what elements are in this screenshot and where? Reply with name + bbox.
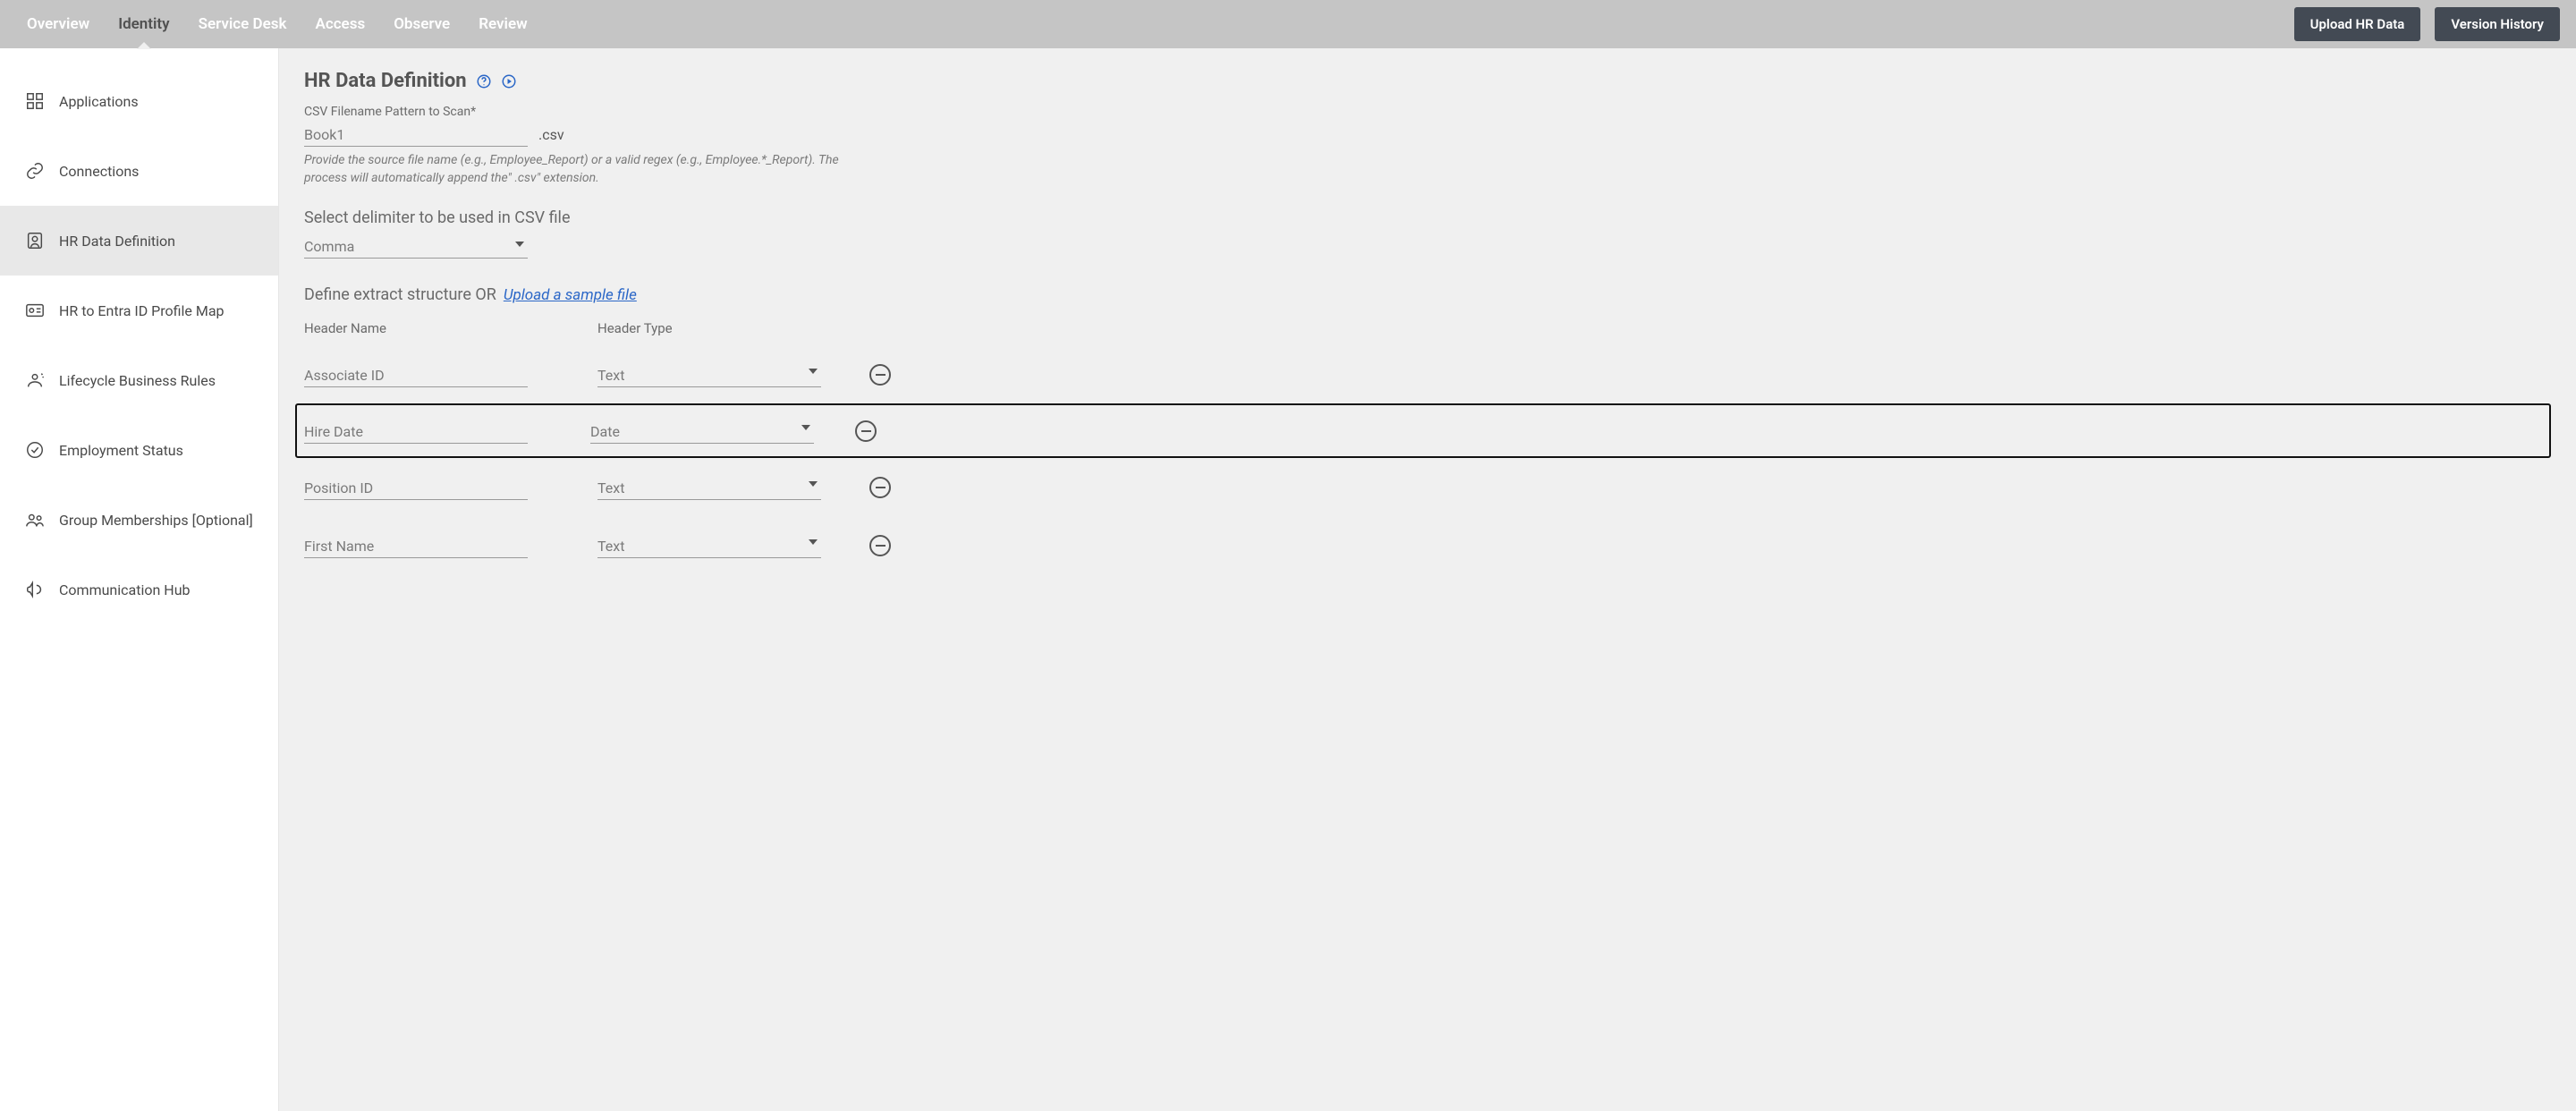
tab-service-desk[interactable]: Service Desk <box>184 0 301 48</box>
id-badge-icon <box>25 231 45 250</box>
remove-row-button[interactable] <box>869 477 891 498</box>
define-structure-label: Define extract structure OR <box>304 285 496 304</box>
play-icon[interactable] <box>501 73 517 89</box>
sidebar-item-label: Group Memberships [Optional] <box>59 512 253 529</box>
tab-observe[interactable]: Observe <box>379 0 464 48</box>
page-title: HR Data Definition <box>304 70 467 92</box>
header-name-input[interactable] <box>304 418 528 444</box>
remove-row-button[interactable] <box>869 535 891 556</box>
sidebar-item-group-memberships[interactable]: Group Memberships [Optional] <box>0 485 278 555</box>
grid-icon <box>25 91 45 111</box>
check-circle-icon <box>25 440 45 460</box>
tab-overview[interactable]: Overview <box>13 0 104 48</box>
sidebar-item-communication-hub[interactable]: Communication Hub <box>0 555 278 624</box>
column-header-name: Header Name <box>304 320 528 336</box>
sidebar-item-employment-status[interactable]: Employment Status <box>0 415 278 485</box>
tab-review[interactable]: Review <box>464 0 541 48</box>
megaphone-icon <box>25 580 45 599</box>
header-name-input[interactable] <box>304 532 528 558</box>
column-header-type: Header Type <box>597 320 821 336</box>
header-name-input[interactable] <box>304 474 528 500</box>
sidebar-item-label: Employment Status <box>59 442 183 459</box>
header-name-input[interactable] <box>304 361 528 387</box>
sidebar-item-label: Communication Hub <box>59 581 191 598</box>
sidebar-item-hr-entra-map[interactable]: HR to Entra ID Profile Map <box>0 276 278 345</box>
filename-hint-text: Provide the source file name (e.g., Empl… <box>304 152 877 187</box>
structure-row <box>304 516 2551 574</box>
main-content: HR Data Definition CSV Filename Pattern … <box>279 48 2576 1111</box>
sidebar-item-label: HR to Entra ID Profile Map <box>59 302 225 319</box>
sidebar-item-label: HR Data Definition <box>59 233 175 250</box>
version-history-button[interactable]: Version History <box>2435 7 2560 41</box>
top-nav-bar: Overview Identity Service Desk Access Ob… <box>0 0 2576 48</box>
users-icon <box>25 510 45 530</box>
tab-identity[interactable]: Identity <box>104 0 183 48</box>
link-icon <box>25 161 45 181</box>
sidebar-item-hr-data-definition[interactable]: HR Data Definition <box>0 206 278 276</box>
header-type-select[interactable] <box>597 474 821 500</box>
filename-extension-label: .csv <box>538 126 564 147</box>
tab-access[interactable]: Access <box>301 0 379 48</box>
sidebar-item-label: Connections <box>59 163 139 180</box>
sidebar: Applications Connections HR Data Definit… <box>0 48 279 1111</box>
user-cycle-icon <box>25 370 45 390</box>
structure-row <box>295 403 2551 458</box>
filename-pattern-label: CSV Filename Pattern to Scan* <box>304 105 2551 119</box>
header-type-select[interactable] <box>597 532 821 558</box>
remove-row-button[interactable] <box>869 364 891 386</box>
delimiter-label: Select delimiter to be used in CSV file <box>304 208 2551 227</box>
sidebar-item-lifecycle-rules[interactable]: Lifecycle Business Rules <box>0 345 278 415</box>
sidebar-item-label: Lifecycle Business Rules <box>59 372 216 389</box>
help-icon[interactable] <box>476 73 492 89</box>
header-type-select[interactable] <box>590 418 814 444</box>
sidebar-item-connections[interactable]: Connections <box>0 136 278 206</box>
sidebar-item-label: Applications <box>59 93 139 110</box>
structure-row <box>304 345 2551 403</box>
upload-sample-file-link[interactable]: Upload a sample file <box>504 286 637 304</box>
sidebar-item-applications[interactable]: Applications <box>0 66 278 136</box>
delimiter-select[interactable] <box>304 233 528 259</box>
upload-hr-data-button[interactable]: Upload HR Data <box>2294 7 2421 41</box>
filename-pattern-input[interactable] <box>304 121 528 147</box>
structure-row <box>304 458 2551 516</box>
header-type-select[interactable] <box>597 361 821 387</box>
remove-row-button[interactable] <box>855 420 877 442</box>
id-card-icon <box>25 301 45 320</box>
top-nav-tabs: Overview Identity Service Desk Access Ob… <box>13 0 542 48</box>
top-nav-actions: Upload HR Data Version History <box>2294 7 2563 41</box>
